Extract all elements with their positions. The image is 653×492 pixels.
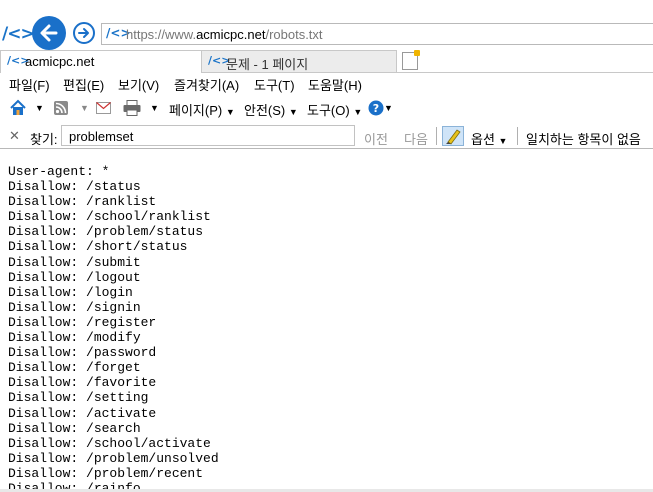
address-bar[interactable]: /<> https://www.acmicpc.net/robots.txt bbox=[101, 23, 653, 45]
find-input[interactable]: problemset bbox=[61, 125, 355, 146]
url-text[interactable]: https://www.acmicpc.net/robots.txt bbox=[126, 27, 323, 42]
robots-line: Disallow: /signin bbox=[8, 299, 141, 315]
mail-icon[interactable] bbox=[96, 102, 111, 114]
robots-line: Disallow: /ranklist bbox=[8, 194, 157, 210]
help-icon: ? bbox=[368, 100, 384, 116]
tab-acmicpc[interactable]: /<> acmicpc.net bbox=[0, 50, 202, 73]
robots-line: Disallow: /submit bbox=[8, 254, 141, 270]
menu-help[interactable]: 도움말(H) bbox=[308, 75, 362, 94]
robots-line: Disallow: /school/activate bbox=[8, 435, 211, 451]
forward-arrow-icon bbox=[78, 28, 89, 38]
robots-line: Disallow: /login bbox=[8, 284, 133, 300]
print-dropdown-icon[interactable]: ▼ bbox=[150, 103, 159, 113]
robots-line: Disallow: /activate bbox=[8, 405, 157, 421]
home-dropdown-icon[interactable]: ▼ bbox=[35, 103, 44, 113]
highlighter-icon bbox=[446, 129, 461, 145]
robots-line: Disallow: /search bbox=[8, 420, 141, 436]
robots-line: Disallow: /forget bbox=[8, 360, 141, 376]
forward-button[interactable] bbox=[73, 22, 95, 44]
find-next-button[interactable]: 다음 bbox=[404, 129, 428, 148]
robots-line: Disallow: /logout bbox=[8, 269, 141, 285]
find-previous-button[interactable]: 이전 bbox=[364, 129, 388, 148]
robots-line: Disallow: /problem/status bbox=[8, 224, 204, 240]
divider bbox=[517, 127, 518, 145]
robots-line: Disallow: /problem/unsolved bbox=[8, 450, 219, 466]
feeds-icon[interactable] bbox=[54, 101, 68, 115]
print-icon[interactable] bbox=[123, 100, 141, 116]
find-status: 일치하는 항목이 없음 bbox=[526, 132, 641, 147]
safety-menu-button[interactable]: 안전(S) ▼ bbox=[244, 100, 298, 119]
feeds-dropdown-icon[interactable]: ▼ bbox=[80, 103, 89, 113]
menu-tools[interactable]: 도구(T) bbox=[254, 75, 295, 94]
close-find-icon[interactable]: ✕ bbox=[9, 128, 20, 144]
back-button[interactable] bbox=[32, 16, 66, 50]
page-content: User-agent: * Disallow: /status Disallow: … bbox=[0, 152, 653, 492]
robots-line: Disallow: /problem/recent bbox=[8, 465, 204, 481]
tab-problem-list[interactable]: /<> 문제 - 1 페이지 bbox=[202, 50, 397, 72]
svg-text:?: ? bbox=[373, 102, 379, 115]
new-tab-button[interactable] bbox=[402, 50, 420, 70]
robots-line: Disallow: /register bbox=[8, 314, 157, 330]
tab-strip: /<> acmicpc.net /<> 문제 - 1 페이지 bbox=[0, 50, 653, 73]
divider bbox=[436, 127, 437, 145]
highlight-matches-button[interactable] bbox=[442, 126, 464, 146]
robots-line: User-agent: * bbox=[8, 164, 110, 179]
tools-menu-button[interactable]: 도구(O) ▼ bbox=[307, 100, 362, 119]
home-icon[interactable] bbox=[9, 99, 27, 116]
robots-text: User-agent: * Disallow: /status Disallow: … bbox=[0, 152, 653, 492]
menu-view[interactable]: 보기(V) bbox=[118, 75, 159, 94]
tab-label: acmicpc.net bbox=[25, 54, 95, 69]
robots-line: Disallow: /favorite bbox=[8, 375, 157, 391]
robots-line: Disallow: /setting bbox=[8, 390, 149, 406]
menu-file[interactable]: 파일(F) bbox=[9, 75, 50, 94]
robots-line: Disallow: /status bbox=[8, 179, 141, 195]
menu-favorites[interactable]: 즐겨찾기(A) bbox=[174, 75, 239, 94]
robots-line: Disallow: /password bbox=[8, 345, 157, 361]
back-arrow-icon bbox=[40, 24, 58, 42]
site-favicon-icon: /<> bbox=[2, 24, 35, 44]
find-bar: ✕ 찾기: problemset 이전 다음 옵션 ▼ 일치하는 항목이 없음 bbox=[0, 124, 653, 149]
menu-edit[interactable]: 편집(E) bbox=[63, 75, 104, 94]
find-label: 찾기: bbox=[30, 132, 58, 147]
browser-chrome: /<> /<> https://www.acmicpc.net/robots.t… bbox=[0, 0, 653, 152]
find-options-button[interactable]: 옵션 ▼ bbox=[471, 129, 507, 148]
command-bar: ▼ ▼ ▼ 페이지(P) ▼ 안전(S) ▼ 도구(O) ▼ ? ▼ bbox=[0, 97, 653, 119]
robots-line: Disallow: /short/status bbox=[8, 239, 188, 255]
help-menu-button[interactable]: ? ▼ bbox=[368, 99, 393, 116]
tab-label: 문제 - 1 페이지 bbox=[226, 57, 309, 72]
page-menu-button[interactable]: 페이지(P) ▼ bbox=[169, 100, 235, 119]
robots-line: Disallow: /modify bbox=[8, 330, 141, 346]
robots-line: Disallow: /school/ranklist bbox=[8, 209, 211, 225]
